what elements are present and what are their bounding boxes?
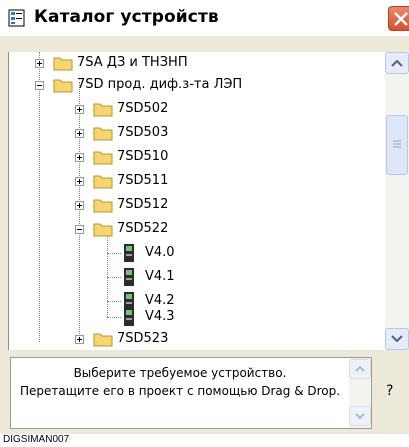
info-scrollbar[interactable] [349, 358, 371, 428]
tree-item-label: 7SD523 [117, 331, 169, 346]
catalog-icon [8, 9, 25, 27]
scroll-up-button[interactable] [385, 52, 409, 74]
tree-item-7sd523[interactable]: 7SD523 [9, 328, 379, 350]
tree-item-label: 7SD510 [117, 149, 169, 164]
close-icon [394, 12, 408, 26]
tree-item-7sd502[interactable]: 7SD502 [9, 98, 379, 120]
arrow-down-icon [355, 413, 365, 420]
tree-item-7sd511[interactable]: 7SD511 [9, 170, 379, 192]
folder-icon [93, 175, 113, 189]
collapse-icon[interactable] [35, 81, 44, 90]
expand-icon[interactable] [35, 59, 44, 68]
folder-icon [93, 199, 113, 213]
folder-icon [53, 57, 73, 71]
collapse-icon[interactable] [75, 225, 84, 234]
tree-item-label: V4.3 [145, 309, 175, 324]
scroll-down-button[interactable] [385, 328, 409, 350]
tree-item-label: 7SD прод. диф.з-та ЛЭП [77, 77, 243, 92]
tree-item-label: 7SA ДЗ и ТНЗНП [77, 55, 188, 70]
expand-icon[interactable] [75, 201, 84, 210]
folder-open-icon [53, 79, 73, 93]
tree-scrollbar[interactable] [385, 52, 409, 350]
tree-item-label: V4.1 [145, 269, 175, 284]
device-tree: 7SA ДЗ и ТНЗНП 7SD прод. диф.з-та ЛЭП 7S… [8, 52, 385, 350]
arrow-down-icon [391, 335, 403, 343]
folder-icon [93, 103, 113, 117]
close-button[interactable] [388, 6, 409, 31]
tree-item-7sa[interactable]: 7SA ДЗ и ТНЗНП [9, 52, 379, 74]
device-catalog-window: Каталог устройств 7SA ДЗ и ТНЗНП 7SD про… [0, 0, 409, 434]
tree-item-7sd[interactable]: 7SD прод. диф.з-та ЛЭП [9, 74, 379, 96]
tree-item-label: 7SD512 [117, 197, 169, 212]
tree-item-7sd522[interactable]: 7SD522 [9, 218, 379, 240]
tree-item-7sd512[interactable]: 7SD512 [9, 194, 379, 216]
expand-icon[interactable] [75, 335, 84, 344]
window-title: Каталог устройств [34, 7, 219, 27]
expand-icon[interactable] [75, 177, 84, 186]
expand-icon[interactable] [75, 105, 84, 114]
tree-item-v43[interactable]: V4.3 [9, 306, 379, 328]
info-scroll-up-button[interactable] [349, 359, 371, 379]
tree-item-label: 7SD502 [117, 101, 169, 116]
tree-item-label: 7SD522 [117, 221, 169, 236]
tree-item-v40[interactable]: V4.0 [9, 242, 379, 264]
tree-item-7sd503[interactable]: 7SD503 [9, 122, 379, 144]
arrow-up-icon [391, 59, 403, 67]
tree-item-label: V4.0 [145, 245, 175, 260]
help-button[interactable]: ? [386, 383, 393, 399]
grip-icon [393, 140, 401, 148]
tree-item-7sd510[interactable]: 7SD510 [9, 146, 379, 168]
info-line-1: Выберите требуемое устройство. [73, 366, 287, 380]
tree-item-label: 7SD503 [117, 125, 169, 140]
expand-icon[interactable] [75, 153, 84, 162]
tree-item-label: 7SD511 [117, 173, 169, 188]
tree-item-v41[interactable]: V4.1 [9, 266, 379, 288]
folder-open-icon [93, 223, 113, 237]
scroll-thumb[interactable] [386, 115, 408, 175]
figure-caption: DIGSIMAN007 [3, 434, 70, 445]
device-icon [124, 244, 134, 262]
info-scroll-down-button[interactable] [349, 406, 371, 426]
info-panel: Выберите требуемое устройство. Перетащит… [10, 357, 372, 429]
title-bar: Каталог устройств [0, 0, 409, 36]
folder-icon [93, 333, 113, 347]
device-icon [124, 308, 134, 326]
device-icon [124, 268, 134, 286]
folder-icon [93, 151, 113, 165]
info-line-2: Перетащите его в проект с помощью Drag &… [19, 384, 341, 398]
folder-icon [93, 127, 113, 141]
arrow-up-icon [355, 365, 365, 372]
expand-icon[interactable] [75, 129, 84, 138]
